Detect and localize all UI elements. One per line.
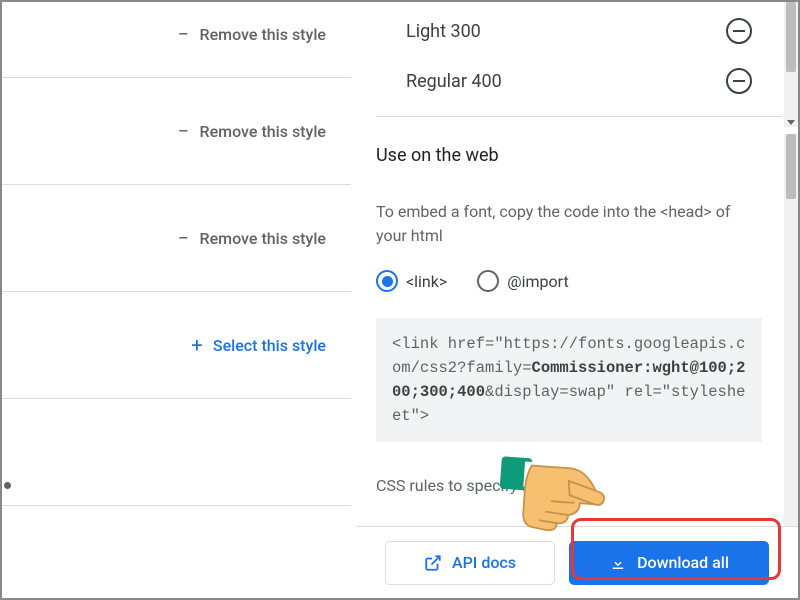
- minus-icon: −: [176, 119, 192, 143]
- remove-style-link[interactable]: − Remove this style: [176, 226, 326, 250]
- use-on-web-section: Use on the web To embed a font, copy the…: [376, 117, 782, 495]
- weights-scrollbar[interactable]: [784, 2, 798, 127]
- remove-style-label: Remove this style: [200, 25, 326, 44]
- bullet-dot-icon: [4, 482, 11, 489]
- api-docs-label: API docs: [452, 553, 516, 572]
- radio-link-label: <link>: [406, 272, 447, 291]
- remove-style-link[interactable]: − Remove this style: [176, 22, 326, 46]
- radio-import[interactable]: @import: [477, 270, 568, 292]
- style-row: + Select this style: [2, 292, 351, 399]
- remove-weight-icon[interactable]: [726, 18, 752, 44]
- remove-style-label: Remove this style: [200, 229, 326, 248]
- embed-code-block[interactable]: <link href="https://fonts.googleapis.com…: [376, 318, 762, 442]
- select-style-label: Select this style: [213, 336, 326, 355]
- embed-method-radios: <link> @import: [376, 270, 782, 292]
- download-all-label: Download all: [637, 553, 729, 572]
- radio-link[interactable]: <link>: [376, 270, 447, 292]
- remove-weight-icon[interactable]: [726, 68, 752, 94]
- use-on-web-description: To embed a font, copy the code into the …: [376, 200, 782, 248]
- style-row: − Remove this style: [2, 78, 351, 185]
- weight-row: Light 300: [376, 6, 782, 56]
- plus-icon: +: [189, 333, 205, 357]
- download-icon: [609, 554, 627, 572]
- remove-style-link[interactable]: − Remove this style: [176, 119, 326, 143]
- selection-drawer: Light 300 Regular 400 Use on the web To …: [352, 2, 798, 598]
- open-in-new-icon: [424, 554, 442, 572]
- use-on-web-title: Use on the web: [376, 145, 782, 166]
- radio-unchecked-icon: [477, 270, 499, 292]
- style-row: [2, 399, 351, 506]
- select-style-link[interactable]: + Select this style: [189, 333, 326, 357]
- radio-import-label: @import: [507, 272, 568, 291]
- api-docs-button[interactable]: API docs: [385, 541, 555, 585]
- scrollbar-arrow-down-icon[interactable]: [787, 120, 795, 125]
- scrollbar-thumb[interactable]: [786, 134, 796, 199]
- drawer-footer: API docs Download all: [356, 526, 798, 598]
- weight-name: Light 300: [406, 21, 481, 42]
- weight-row: Regular 400: [376, 56, 782, 106]
- style-row: − Remove this style: [2, 185, 351, 292]
- download-all-button[interactable]: Download all: [569, 541, 769, 585]
- selected-weights-list: Light 300 Regular 400: [376, 2, 782, 117]
- weight-name: Regular 400: [406, 71, 502, 92]
- scrollbar-thumb[interactable]: [786, 2, 796, 72]
- style-row: − Remove this style: [2, 10, 351, 78]
- minus-icon: −: [176, 226, 192, 250]
- drawer-scrollbar[interactable]: [784, 134, 798, 526]
- font-style-list: − Remove this style − Remove this style …: [2, 2, 352, 598]
- remove-style-label: Remove this style: [200, 122, 326, 141]
- radio-checked-icon: [376, 270, 398, 292]
- css-rules-heading: CSS rules to specify families: [376, 476, 782, 495]
- minus-icon: −: [176, 22, 192, 46]
